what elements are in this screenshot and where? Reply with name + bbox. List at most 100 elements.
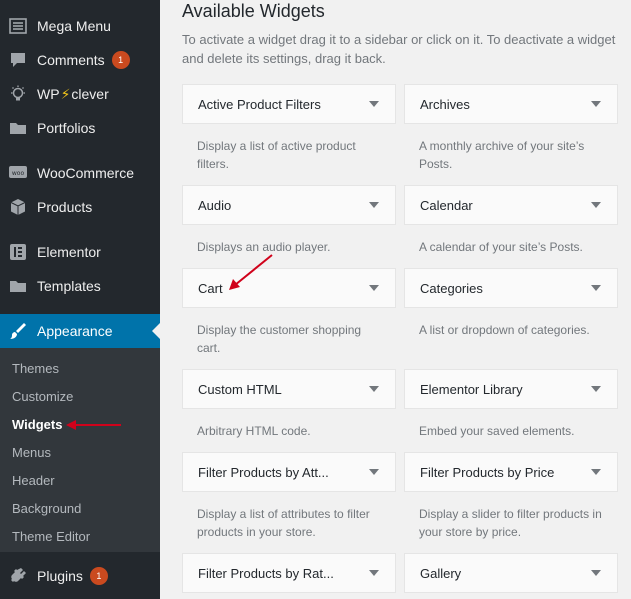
svg-text:woo: woo: [12, 170, 25, 177]
menu-item-portfolios[interactable]: Portfolios: [0, 111, 160, 145]
widget-header[interactable]: Calendar: [404, 185, 618, 225]
menu-item-products[interactable]: Products: [0, 190, 160, 224]
widget-header[interactable]: Elementor Library: [404, 369, 618, 409]
widget-header[interactable]: Categories: [404, 268, 618, 308]
submenu-item-menus[interactable]: Menus: [12, 445, 51, 460]
widget-header[interactable]: Custom HTML: [182, 369, 396, 409]
current-indicator: [152, 323, 160, 339]
widget-title: Calendar: [420, 197, 473, 213]
widget-archives[interactable]: Archives A monthly archive of your site’…: [404, 84, 618, 173]
caret-down-icon: [369, 285, 379, 291]
plug-icon: [8, 566, 28, 586]
appearance-submenu: Themes Customize Widgets Menus Header Ba…: [0, 348, 160, 552]
menu-item-templates[interactable]: Templates: [0, 269, 160, 303]
caret-down-icon: [369, 570, 379, 576]
page-title: Available Widgets: [182, 1, 325, 21]
widget-description: Displays an audio player.: [197, 240, 331, 254]
widget-custom-html[interactable]: Custom HTML Arbitrary HTML code.: [182, 369, 396, 440]
submenu-item-theme-editor[interactable]: Theme Editor: [12, 529, 90, 544]
widget-filter-products-by-price[interactable]: Filter Products by Price Display a slide…: [404, 452, 618, 541]
widget-title: Custom HTML: [198, 381, 282, 397]
widget-header[interactable]: Filter Products by Att...: [182, 452, 396, 492]
widget-description: A monthly archive of your site’s Posts.: [419, 139, 585, 171]
menu-item-elementor[interactable]: Elementor: [0, 235, 160, 269]
widget-title: Active Product Filters: [198, 96, 321, 112]
submenu-item-background[interactable]: Background: [12, 501, 81, 516]
menu-label: Elementor: [37, 244, 101, 260]
widget-title: Audio: [198, 197, 232, 213]
widget-title: Categories: [420, 280, 483, 296]
menu-item-wp-clever[interactable]: WP⚡clever: [0, 77, 160, 111]
widget-elementor-library[interactable]: Elementor Library Embed your saved eleme…: [404, 369, 618, 440]
widget-toggle[interactable]: [590, 282, 602, 294]
widget-header[interactable]: Gallery: [404, 553, 618, 593]
widget-header[interactable]: Archives: [404, 84, 618, 124]
menu-item-appearance[interactable]: Appearance: [0, 314, 160, 348]
widget-header[interactable]: Filter Products by Price: [404, 452, 618, 492]
caret-down-icon: [591, 570, 601, 576]
widget-toggle[interactable]: [368, 199, 380, 211]
widget-description: A list or dropdown of categories.: [419, 323, 590, 337]
widget-audio[interactable]: Audio Displays an audio player.: [182, 185, 396, 256]
widget-toggle[interactable]: [590, 98, 602, 110]
widget-filter-products-by-rating[interactable]: Filter Products by Rat...: [182, 553, 396, 593]
submenu-item-themes[interactable]: Themes: [12, 361, 59, 376]
main-content: Available Widgets To activate a widget d…: [160, 0, 631, 599]
widget-toggle[interactable]: [590, 466, 602, 478]
widget-categories[interactable]: Categories A list or dropdown of categor…: [404, 268, 618, 339]
menu-item-woocommerce[interactable]: woo WooCommerce: [0, 156, 160, 190]
widget-toggle[interactable]: [368, 383, 380, 395]
submenu-item-widgets[interactable]: Widgets: [12, 417, 62, 432]
folder-icon: [8, 276, 28, 296]
widget-description: Arbitrary HTML code.: [197, 424, 311, 438]
bulb-icon: [8, 84, 28, 104]
menu-label: Portfolios: [37, 120, 96, 136]
widget-description: Display a list of attributes to filter p…: [197, 507, 370, 539]
widget-toggle[interactable]: [590, 199, 602, 211]
widget-active-product-filters[interactable]: Active Product Filters Display a list of…: [182, 84, 396, 173]
woo-icon: woo: [8, 163, 28, 183]
menu-item-comments[interactable]: Comments 1: [0, 43, 160, 77]
widget-toggle[interactable]: [368, 282, 380, 294]
widget-toggle[interactable]: [368, 98, 380, 110]
widget-toggle[interactable]: [590, 567, 602, 579]
list-icon: [8, 16, 28, 36]
submenu-item-header[interactable]: Header: [12, 473, 55, 488]
caret-down-icon: [591, 202, 601, 208]
brush-icon: [8, 321, 28, 341]
admin-sidebar: Mega Menu Comments 1 WP⚡clever Portfolio…: [0, 0, 160, 599]
widget-filter-products-by-attribute[interactable]: Filter Products by Att... Display a list…: [182, 452, 396, 541]
menu-label: Templates: [37, 278, 101, 294]
menu-item-mega-menu[interactable]: Mega Menu: [0, 9, 160, 43]
widget-toggle[interactable]: [590, 383, 602, 395]
widget-title: Filter Products by Att...: [198, 464, 329, 480]
page-description: To activate a widget drag it to a sideba…: [182, 32, 616, 66]
widget-title: Cart: [198, 280, 223, 296]
comment-icon: [8, 50, 28, 70]
widget-title: Archives: [420, 96, 470, 112]
bolt-icon: ⚡: [60, 85, 71, 102]
widget-toggle[interactable]: [368, 466, 380, 478]
widget-description: A calendar of your site’s Posts.: [419, 240, 583, 254]
elementor-icon: [8, 242, 28, 262]
caret-down-icon: [369, 386, 379, 392]
plugins-count-badge: 1: [89, 567, 108, 585]
caret-down-icon: [369, 202, 379, 208]
widget-header[interactable]: Cart: [182, 268, 396, 308]
widget-cart[interactable]: Cart Display the customer shopping cart.: [182, 268, 396, 357]
menu-label: Plugins: [37, 568, 83, 584]
widget-description: Display the customer shopping cart.: [197, 323, 362, 355]
menu-label: Products: [37, 199, 93, 215]
widget-calendar[interactable]: Calendar A calendar of your site’s Posts…: [404, 185, 618, 256]
menu-item-plugins[interactable]: Plugins 1: [0, 559, 160, 593]
widget-header[interactable]: Audio: [182, 185, 396, 225]
widget-header[interactable]: Filter Products by Rat...: [182, 553, 396, 593]
widget-toggle[interactable]: [368, 567, 380, 579]
submenu-item-customize[interactable]: Customize: [12, 389, 73, 404]
menu-label-prefix: WP: [37, 85, 60, 102]
widget-header[interactable]: Active Product Filters: [182, 84, 396, 124]
widget-title: Filter Products by Rat...: [198, 565, 334, 581]
folder-icon: [8, 118, 28, 138]
menu-label: WooCommerce: [37, 165, 134, 181]
widget-gallery[interactable]: Gallery: [404, 553, 618, 593]
